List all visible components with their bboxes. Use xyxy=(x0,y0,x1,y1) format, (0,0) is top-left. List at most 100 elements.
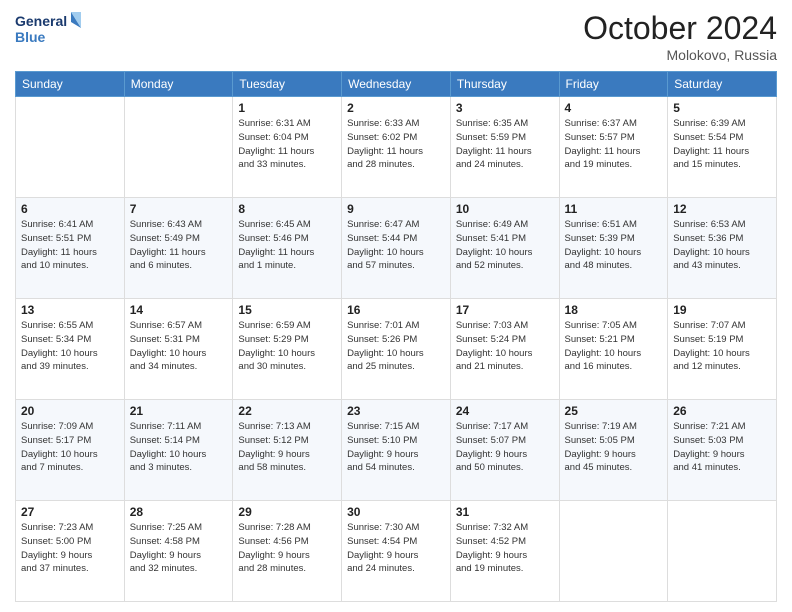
day-info: Sunrise: 7:19 AM Sunset: 5:05 PM Dayligh… xyxy=(565,420,663,475)
day-info: Sunrise: 6:47 AM Sunset: 5:44 PM Dayligh… xyxy=(347,218,445,273)
calendar-cell: 21 Sunrise: 7:11 AM Sunset: 5:14 PM Dayli… xyxy=(124,400,233,501)
day-info: Sunrise: 6:41 AM Sunset: 5:51 PM Dayligh… xyxy=(21,218,119,273)
day-number: 31 xyxy=(456,505,554,519)
calendar-cell: 20Sunrise: 7:09 AM Sunset: 5:17 PM Dayli… xyxy=(16,400,125,501)
week-row-1: 1 Sunrise: 6:31 AM Sunset: 6:04 PM Daylig… xyxy=(16,97,777,198)
day-info: Sunrise: 7:17 AM Sunset: 5:07 PM Dayligh… xyxy=(456,420,554,475)
day-info: Sunrise: 7:13 AM Sunset: 5:12 PM Dayligh… xyxy=(238,420,336,475)
day-number: 10 xyxy=(456,202,554,216)
day-number: 16 xyxy=(347,303,445,317)
day-number: 15 xyxy=(238,303,336,317)
calendar-cell: 26 Sunrise: 7:21 AM Sunset: 5:03 PM Dayli… xyxy=(668,400,777,501)
day-number: 18 xyxy=(565,303,663,317)
day-info: Sunrise: 7:32 AM Sunset: 4:52 PM Dayligh… xyxy=(456,521,554,576)
calendar-cell: 17Sunrise: 7:03 AM Sunset: 5:24 PM Dayli… xyxy=(450,299,559,400)
day-info: Sunrise: 6:37 AM Sunset: 5:57 PM Dayligh… xyxy=(565,117,663,172)
day-info: Sunrise: 7:30 AM Sunset: 4:54 PM Dayligh… xyxy=(347,521,445,576)
day-info: Sunrise: 7:01 AM Sunset: 5:26 PM Dayligh… xyxy=(347,319,445,374)
calendar-cell: 2 Sunrise: 6:33 AM Sunset: 6:02 PM Daylig… xyxy=(342,97,451,198)
day-number: 7 xyxy=(130,202,228,216)
day-number: 22 xyxy=(238,404,336,418)
day-number: 12 xyxy=(673,202,771,216)
calendar-cell: 8 Sunrise: 6:45 AM Sunset: 5:46 PM Daylig… xyxy=(233,198,342,299)
day-info: Sunrise: 6:35 AM Sunset: 5:59 PM Dayligh… xyxy=(456,117,554,172)
calendar-cell: 18 Sunrise: 7:05 AM Sunset: 5:21 PM Dayli… xyxy=(559,299,668,400)
svg-text:General: General xyxy=(15,13,67,29)
day-info: Sunrise: 7:07 AM Sunset: 5:19 PM Dayligh… xyxy=(673,319,771,374)
calendar-cell: 19Sunrise: 7:07 AM Sunset: 5:19 PM Dayli… xyxy=(668,299,777,400)
day-number: 9 xyxy=(347,202,445,216)
calendar-cell: 24 Sunrise: 7:17 AM Sunset: 5:07 PM Dayli… xyxy=(450,400,559,501)
col-sunday: Sunday xyxy=(16,72,125,97)
day-info: Sunrise: 7:28 AM Sunset: 4:56 PM Dayligh… xyxy=(238,521,336,576)
calendar-cell: 27 Sunrise: 7:23 AM Sunset: 5:00 PM Dayli… xyxy=(16,501,125,602)
day-info: Sunrise: 6:33 AM Sunset: 6:02 PM Dayligh… xyxy=(347,117,445,172)
day-info: Sunrise: 6:45 AM Sunset: 5:46 PM Dayligh… xyxy=(238,218,336,273)
day-number: 21 xyxy=(130,404,228,418)
calendar-cell: 31 Sunrise: 7:32 AM Sunset: 4:52 PM Dayli… xyxy=(450,501,559,602)
calendar-cell: 9 Sunrise: 6:47 AM Sunset: 5:44 PM Daylig… xyxy=(342,198,451,299)
day-info: Sunrise: 7:05 AM Sunset: 5:21 PM Dayligh… xyxy=(565,319,663,374)
day-number: 25 xyxy=(565,404,663,418)
calendar-cell: 6 Sunrise: 6:41 AM Sunset: 5:51 PM Daylig… xyxy=(16,198,125,299)
day-info: Sunrise: 6:55 AM Sunset: 5:34 PM Dayligh… xyxy=(21,319,119,374)
calendar-cell: 28 Sunrise: 7:25 AM Sunset: 4:58 PM Dayli… xyxy=(124,501,233,602)
col-thursday: Thursday xyxy=(450,72,559,97)
calendar-cell: 11 Sunrise: 6:51 AM Sunset: 5:39 PM Dayli… xyxy=(559,198,668,299)
calendar-cell: 22 Sunrise: 7:13 AM Sunset: 5:12 PM Dayli… xyxy=(233,400,342,501)
day-number: 4 xyxy=(565,101,663,115)
calendar-table: Sunday Monday Tuesday Wednesday Thursday… xyxy=(15,71,777,602)
calendar-cell: 3Sunrise: 6:35 AM Sunset: 5:59 PM Daylig… xyxy=(450,97,559,198)
day-info: Sunrise: 7:11 AM Sunset: 5:14 PM Dayligh… xyxy=(130,420,228,475)
day-number: 8 xyxy=(238,202,336,216)
day-number: 20 xyxy=(21,404,119,418)
calendar-cell xyxy=(124,97,233,198)
day-info: Sunrise: 6:31 AM Sunset: 6:04 PM Dayligh… xyxy=(238,117,336,172)
day-info: Sunrise: 6:57 AM Sunset: 5:31 PM Dayligh… xyxy=(130,319,228,374)
day-info: Sunrise: 7:15 AM Sunset: 5:10 PM Dayligh… xyxy=(347,420,445,475)
col-tuesday: Tuesday xyxy=(233,72,342,97)
calendar-cell: 13 Sunrise: 6:55 AM Sunset: 5:34 PM Dayli… xyxy=(16,299,125,400)
calendar-cell: 1 Sunrise: 6:31 AM Sunset: 6:04 PM Daylig… xyxy=(233,97,342,198)
day-number: 5 xyxy=(673,101,771,115)
calendar-cell xyxy=(559,501,668,602)
day-info: Sunrise: 7:21 AM Sunset: 5:03 PM Dayligh… xyxy=(673,420,771,475)
day-info: Sunrise: 7:23 AM Sunset: 5:00 PM Dayligh… xyxy=(21,521,119,576)
day-info: Sunrise: 7:25 AM Sunset: 4:58 PM Dayligh… xyxy=(130,521,228,576)
location: Molokovo, Russia xyxy=(583,47,777,63)
day-number: 24 xyxy=(456,404,554,418)
day-info: Sunrise: 6:53 AM Sunset: 5:36 PM Dayligh… xyxy=(673,218,771,273)
title-block: October 2024 Molokovo, Russia xyxy=(583,10,777,63)
day-number: 14 xyxy=(130,303,228,317)
day-number: 17 xyxy=(456,303,554,317)
calendar-cell: 25 Sunrise: 7:19 AM Sunset: 5:05 PM Dayli… xyxy=(559,400,668,501)
col-friday: Friday xyxy=(559,72,668,97)
day-number: 1 xyxy=(238,101,336,115)
day-number: 2 xyxy=(347,101,445,115)
calendar-cell: 12 Sunrise: 6:53 AM Sunset: 5:36 PM Dayli… xyxy=(668,198,777,299)
calendar-cell: 4 Sunrise: 6:37 AM Sunset: 5:57 PM Daylig… xyxy=(559,97,668,198)
page-container: GeneralBlue October 2024 Molokovo, Russi… xyxy=(0,0,792,612)
day-number: 28 xyxy=(130,505,228,519)
day-number: 26 xyxy=(673,404,771,418)
day-info: Sunrise: 6:39 AM Sunset: 5:54 PM Dayligh… xyxy=(673,117,771,172)
calendar-cell: 14 Sunrise: 6:57 AM Sunset: 5:31 PM Dayli… xyxy=(124,299,233,400)
day-number: 11 xyxy=(565,202,663,216)
calendar-cell: 16 Sunrise: 7:01 AM Sunset: 5:26 PM Dayli… xyxy=(342,299,451,400)
day-info: Sunrise: 6:51 AM Sunset: 5:39 PM Dayligh… xyxy=(565,218,663,273)
logo-svg: GeneralBlue xyxy=(15,10,85,48)
col-saturday: Saturday xyxy=(668,72,777,97)
calendar-cell: 15Sunrise: 6:59 AM Sunset: 5:29 PM Dayli… xyxy=(233,299,342,400)
calendar-cell: 23 Sunrise: 7:15 AM Sunset: 5:10 PM Dayli… xyxy=(342,400,451,501)
week-row-2: 6 Sunrise: 6:41 AM Sunset: 5:51 PM Daylig… xyxy=(16,198,777,299)
logo: GeneralBlue xyxy=(15,10,85,48)
calendar-cell: 5 Sunrise: 6:39 AM Sunset: 5:54 PM Daylig… xyxy=(668,97,777,198)
col-wednesday: Wednesday xyxy=(342,72,451,97)
day-number: 13 xyxy=(21,303,119,317)
day-info: Sunrise: 6:43 AM Sunset: 5:49 PM Dayligh… xyxy=(130,218,228,273)
day-number: 23 xyxy=(347,404,445,418)
day-number: 30 xyxy=(347,505,445,519)
day-number: 6 xyxy=(21,202,119,216)
day-number: 27 xyxy=(21,505,119,519)
col-monday: Monday xyxy=(124,72,233,97)
